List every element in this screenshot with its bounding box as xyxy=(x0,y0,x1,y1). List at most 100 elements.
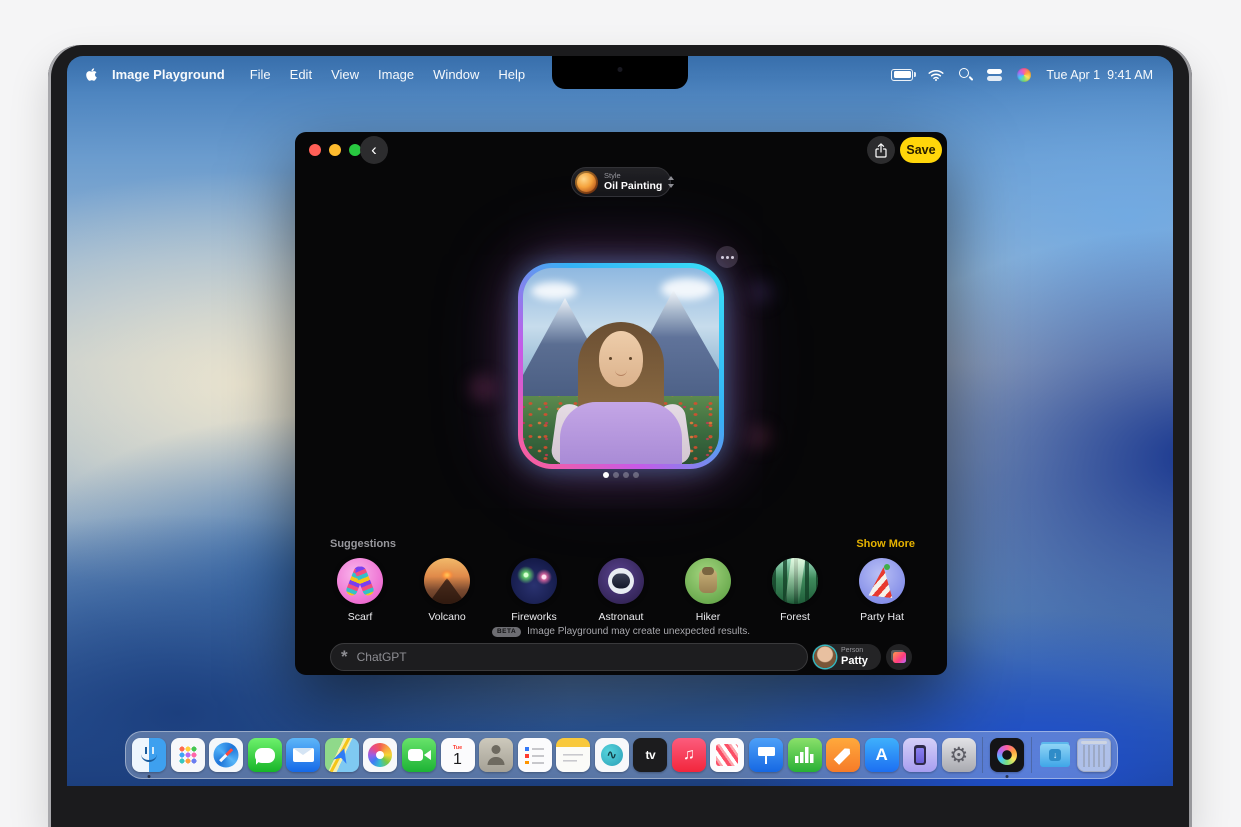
dock-calendar-icon[interactable]: Tue 1 xyxy=(441,738,475,772)
dock-keynote-icon[interactable] xyxy=(749,738,783,772)
menu-date: Tue Apr 1 xyxy=(1046,68,1100,82)
dock-news-icon[interactable] xyxy=(710,738,744,772)
dock-apple-tv-icon[interactable]: tv xyxy=(633,738,667,772)
camera-dot xyxy=(618,67,623,72)
dock-facetime-icon[interactable] xyxy=(402,738,436,772)
generated-portrait xyxy=(523,268,719,464)
person-chip-label: Person xyxy=(841,647,868,655)
photos-picker-button[interactable] xyxy=(886,644,912,670)
prompt-input[interactable] xyxy=(355,649,797,665)
search-icon[interactable] xyxy=(959,68,972,81)
carousel-dots[interactable] xyxy=(295,472,947,478)
suggestion-party-hat[interactable]: Party Hat xyxy=(847,558,917,623)
image-playground-window: ‹ Save Style Oil Painting xyxy=(295,132,947,675)
sweater xyxy=(560,402,682,464)
hiker-icon[interactable] xyxy=(685,558,731,604)
fireworks-icon[interactable] xyxy=(511,558,557,604)
carousel-dot[interactable] xyxy=(633,472,639,478)
window-controls xyxy=(309,144,361,156)
style-picker-label: Style xyxy=(604,172,662,181)
minimize-button[interactable] xyxy=(329,144,341,156)
generated-image-frame[interactable] xyxy=(518,263,724,469)
dock-mail-icon[interactable] xyxy=(286,738,320,772)
dock-divider xyxy=(1031,737,1032,773)
suggestions-title: Suggestions xyxy=(330,538,396,550)
menu-image[interactable]: Image xyxy=(378,67,414,82)
control-center-icon[interactable] xyxy=(987,69,1002,81)
suggestions-row: Scarf Volcano Fireworks Astronaut xyxy=(325,558,917,623)
close-button[interactable] xyxy=(309,144,321,156)
carousel-dot[interactable] xyxy=(613,472,619,478)
more-options-button[interactable] xyxy=(716,246,738,268)
portrait-subject xyxy=(546,322,696,464)
dock-app-store-icon[interactable] xyxy=(865,738,899,772)
menu-edit[interactable]: Edit xyxy=(290,67,312,82)
astronaut-icon[interactable] xyxy=(598,558,644,604)
dock-maps-icon[interactable] xyxy=(325,738,359,772)
display-notch xyxy=(552,56,688,89)
menu-file[interactable]: File xyxy=(250,67,271,82)
dock-safari-icon[interactable] xyxy=(209,738,243,772)
dock-finder-icon[interactable] xyxy=(132,738,166,772)
dock-launchpad-icon[interactable] xyxy=(171,738,205,772)
carousel-dot[interactable] xyxy=(623,472,629,478)
menu-help[interactable]: Help xyxy=(498,67,525,82)
dock-freeform-icon[interactable] xyxy=(595,738,629,772)
prompt-bar[interactable]: * xyxy=(330,643,808,671)
dock-messages-icon[interactable] xyxy=(248,738,282,772)
suggestion-scarf[interactable]: Scarf xyxy=(325,558,395,623)
dock-pages-icon[interactable] xyxy=(826,738,860,772)
dock-system-settings-icon[interactable] xyxy=(942,738,976,772)
chatgpt-icon: * xyxy=(341,652,348,662)
running-indicator xyxy=(148,775,151,778)
glow-reflection xyxy=(750,282,772,302)
menu-view[interactable]: View xyxy=(331,67,359,82)
dock-numbers-icon[interactable] xyxy=(788,738,822,772)
dock-downloads-folder[interactable] xyxy=(1038,738,1072,772)
forest-icon[interactable] xyxy=(772,558,818,604)
cloud-shape xyxy=(531,282,577,300)
glow-reflection xyxy=(747,427,771,447)
dock-divider xyxy=(982,737,983,773)
menu-window[interactable]: Window xyxy=(433,67,479,82)
suggestion-hiker[interactable]: Hiker xyxy=(673,558,743,623)
dock-iphone-mirroring-icon[interactable] xyxy=(903,738,937,772)
dock-photos-icon[interactable] xyxy=(363,738,397,772)
show-more-link[interactable]: Show More xyxy=(856,538,915,550)
dock-image-playground-icon[interactable] xyxy=(990,738,1024,772)
dock-notes-icon[interactable] xyxy=(556,738,590,772)
active-app-menu[interactable]: Image Playground xyxy=(112,67,225,82)
person-chip[interactable]: Person Patty xyxy=(812,644,881,670)
dock-reminders-icon[interactable] xyxy=(518,738,552,772)
suggestion-astronaut[interactable]: Astronaut xyxy=(586,558,656,623)
scarf-icon[interactable] xyxy=(337,558,383,604)
dock-music-icon[interactable] xyxy=(672,738,706,772)
menu-clock[interactable]: Tue Apr 1 9:41 AM xyxy=(1046,68,1153,82)
dock-contacts-icon[interactable] xyxy=(479,738,513,772)
volcano-icon[interactable] xyxy=(424,558,470,604)
running-indicator xyxy=(1005,775,1008,778)
macbook-frame: Image Playground File Edit View Image Wi… xyxy=(48,45,1192,827)
carousel-dot-active[interactable] xyxy=(603,472,609,478)
style-picker-value: Oil Painting xyxy=(604,180,662,192)
suggestion-forest[interactable]: Forest xyxy=(760,558,830,623)
beta-text: Image Playground may create unexpected r… xyxy=(527,626,750,637)
suggestion-volcano[interactable]: Volcano xyxy=(412,558,482,623)
apple-menu-icon[interactable] xyxy=(85,67,98,82)
style-picker[interactable]: Style Oil Painting xyxy=(571,167,671,197)
face xyxy=(599,331,643,387)
back-button[interactable]: ‹ xyxy=(360,136,388,164)
cloud-shape xyxy=(661,278,713,300)
battery-icon[interactable] xyxy=(891,69,913,81)
chevron-up-down-icon xyxy=(668,176,675,188)
suggestion-fireworks[interactable]: Fireworks xyxy=(499,558,569,623)
party-hat-icon[interactable] xyxy=(859,558,905,604)
wifi-icon[interactable] xyxy=(928,69,944,81)
image-playground-menu-icon[interactable] xyxy=(1017,68,1031,82)
dock-trash-icon[interactable] xyxy=(1077,738,1111,772)
menu-time: 9:41 AM xyxy=(1107,68,1153,82)
share-button[interactable] xyxy=(867,136,895,164)
save-button[interactable]: Save xyxy=(900,137,942,163)
product-backdrop: Image Playground File Edit View Image Wi… xyxy=(0,0,1241,827)
dock: Tue 1 tv xyxy=(125,731,1118,779)
